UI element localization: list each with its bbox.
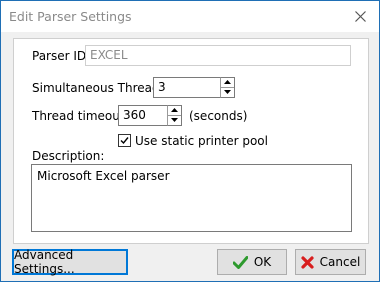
- cancel-label: Cancel: [319, 255, 361, 269]
- parser-id-label: Parser ID:: [32, 49, 91, 63]
- ok-button[interactable]: OK: [217, 249, 287, 275]
- advanced-settings-button[interactable]: Advanced Settings...: [12, 248, 128, 276]
- description-label: Description:: [32, 149, 105, 163]
- checkmark-icon: [120, 137, 129, 145]
- close-icon: [354, 10, 366, 22]
- window-title: Edit Parser Settings: [9, 9, 132, 24]
- threads-label: Simultaneous Threads:: [32, 81, 170, 95]
- timeout-spinner[interactable]: [167, 105, 182, 126]
- timeout-down-arrow[interactable]: [168, 116, 181, 126]
- parser-id-field[interactable]: EXCEL: [85, 45, 351, 66]
- title-bar[interactable]: Edit Parser Settings: [1, 1, 379, 32]
- timeout-up-arrow[interactable]: [168, 106, 181, 116]
- description-textarea[interactable]: Microsoft Excel parser: [31, 164, 352, 232]
- timeout-input[interactable]: 360: [118, 105, 168, 126]
- edit-parser-settings-dialog: Edit Parser Settings Parser ID: EXCEL Si…: [0, 0, 380, 282]
- threads-up-arrow[interactable]: [221, 78, 234, 88]
- settings-panel: Parser ID: EXCEL Simultaneous Threads: 3…: [13, 38, 369, 244]
- static-pool-label[interactable]: Use static printer pool: [135, 134, 268, 148]
- check-icon: [232, 255, 248, 269]
- cancel-button[interactable]: Cancel: [295, 249, 366, 275]
- advanced-settings-label: Advanced Settings...: [14, 248, 75, 276]
- arrow-up-icon: [224, 80, 231, 85]
- arrow-down-icon: [171, 118, 178, 123]
- threads-down-arrow[interactable]: [221, 88, 234, 98]
- arrow-up-icon: [171, 108, 178, 113]
- ok-label: OK: [253, 255, 272, 269]
- x-icon: [301, 255, 314, 269]
- timeout-unit-label: (seconds): [189, 109, 248, 123]
- close-button[interactable]: [347, 5, 373, 27]
- threads-input[interactable]: 3: [153, 77, 221, 98]
- arrow-down-icon: [224, 90, 231, 95]
- static-pool-checkbox[interactable]: [118, 134, 131, 147]
- timeout-label: Thread timeout:: [32, 109, 129, 123]
- threads-spinner[interactable]: [220, 77, 235, 98]
